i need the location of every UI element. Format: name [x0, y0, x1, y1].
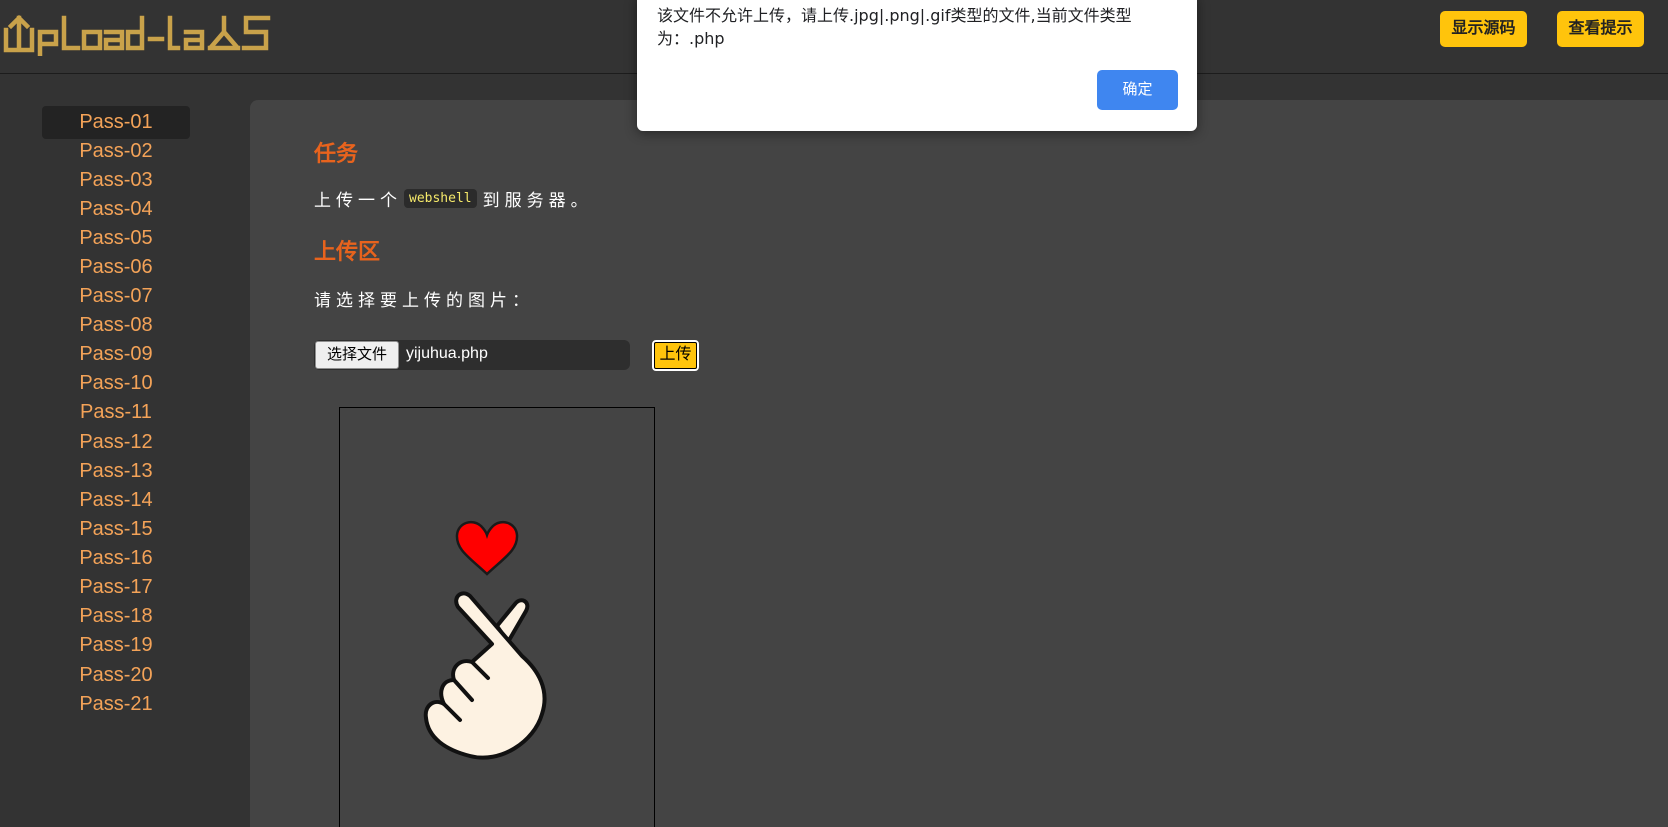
sidebar-item-pass-19[interactable]: Pass-19	[42, 629, 190, 662]
task-prefix: 上传一个	[314, 191, 402, 210]
alert-dialog: 该文件不允许上传，请上传.jpg|.png|.gif类型的文件,当前文件类型为：…	[637, 0, 1197, 131]
selected-file-name: yijuhua.php	[406, 345, 488, 362]
choose-prompt: 请选择要上传的图片：	[314, 291, 534, 310]
choose-file-button[interactable]: 选择文件	[315, 341, 399, 369]
task-suffix: 到服务器。	[482, 191, 593, 210]
task-code: webshell	[404, 189, 477, 208]
sidebar-item-pass-11[interactable]: Pass-11	[42, 396, 190, 429]
task-heading: 任务	[314, 141, 359, 166]
view-hint-button[interactable]: 查看提示	[1557, 11, 1644, 47]
confirm-button[interactable]: 确定	[1097, 70, 1178, 110]
sidebar-nav: Pass-01 Pass-02 Pass-03 Pass-04 Pass-05 …	[0, 75, 250, 827]
alert-message: 该文件不允许上传，请上传.jpg|.png|.gif类型的文件,当前文件类型为：…	[657, 6, 1132, 48]
logo-graphic	[3, 14, 271, 57]
main-content: 任务 上传一个 webshell 到服务器。 上传区 请选择要上传的图片： 选择…	[250, 100, 1668, 827]
upload-labs-logo[interactable]	[2, 6, 274, 61]
file-input[interactable]: 选择文件 yijuhua.php	[314, 340, 630, 370]
show-source-button[interactable]: 显示源码	[1440, 11, 1527, 47]
upload-button[interactable]: 上传	[652, 340, 699, 371]
finger-heart-icon	[423, 520, 547, 760]
image-preview	[339, 407, 655, 827]
upload-heading: 上传区	[314, 239, 381, 264]
sidebar-item-pass-21[interactable]: Pass-21	[42, 688, 190, 721]
task-description: 上传一个 webshell 到服务器。	[314, 186, 593, 211]
